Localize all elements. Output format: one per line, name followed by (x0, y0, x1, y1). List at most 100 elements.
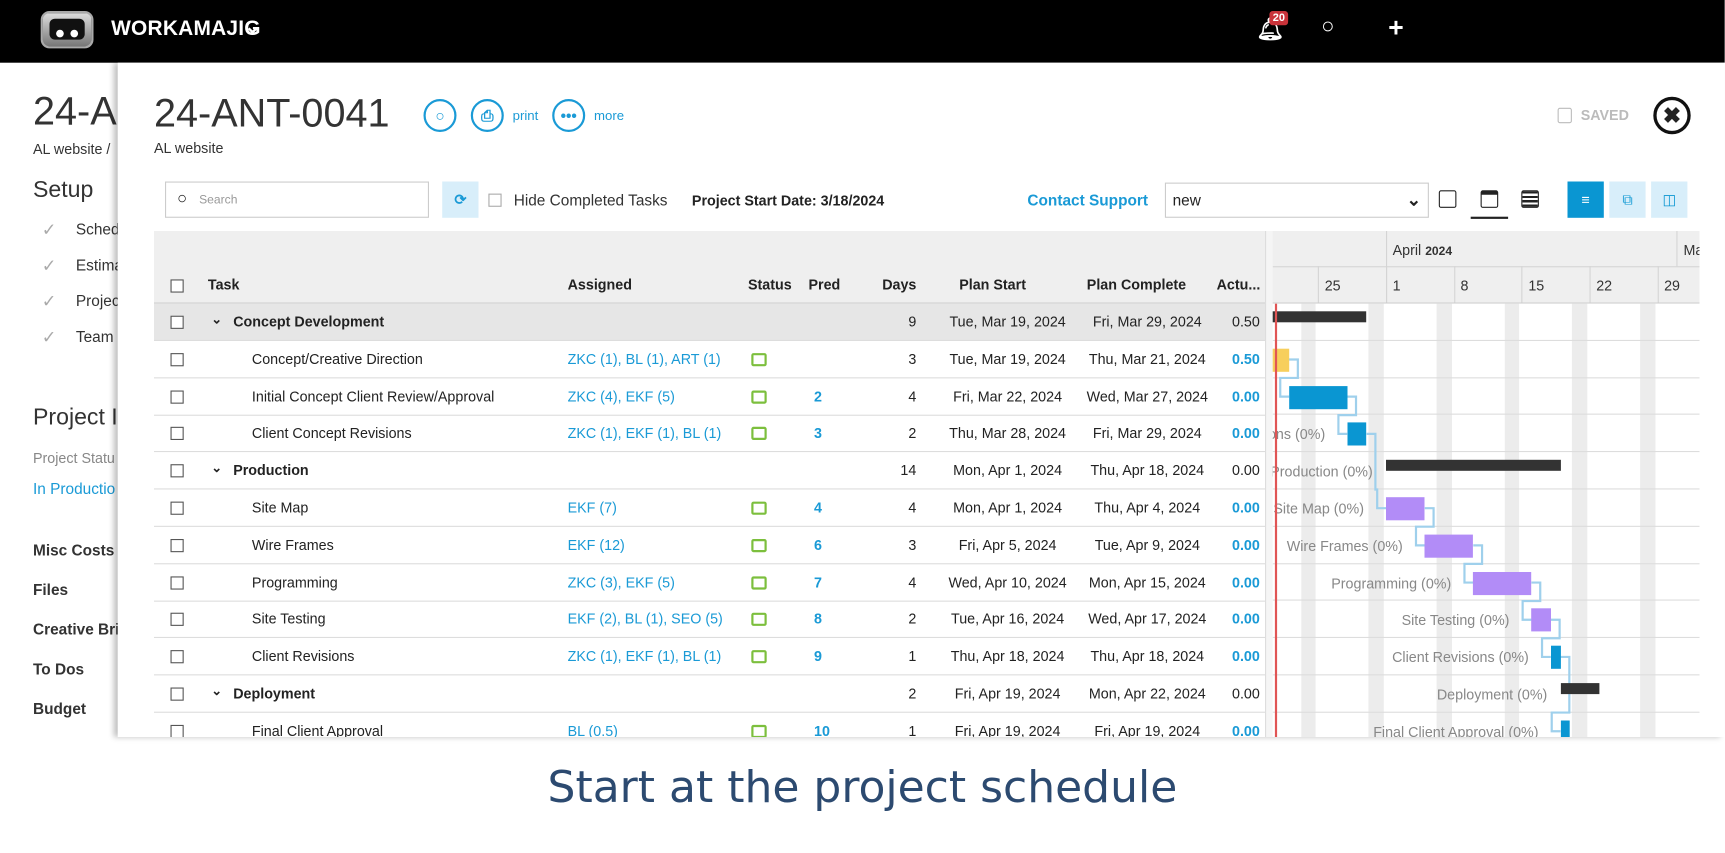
task-name[interactable]: Concept/Creative Direction (252, 351, 423, 368)
task-row[interactable]: Wire Frames EKF (12) 6 3 Fri, Apr 5, 202… (154, 527, 1265, 565)
group-name[interactable]: Deployment (233, 685, 315, 702)
assigned[interactable]: ZKC (1), EKF (1), BL (1) (568, 425, 722, 442)
task-bar[interactable] (1560, 720, 1571, 737)
col-assigned[interactable]: Assigned (568, 276, 632, 293)
assigned[interactable]: ZKC (4), EKF (5) (568, 388, 675, 405)
group-row[interactable]: ⌄ Production 14 Mon, Apr 1, 2024 Thu, Ap… (154, 452, 1265, 490)
assigned[interactable]: ZKC (3), EKF (5) (568, 574, 675, 591)
task-name[interactable]: Final Client Approval (252, 722, 383, 737)
task-bar[interactable] (1347, 422, 1367, 446)
setup-item[interactable]: Projec (76, 292, 120, 310)
task-row[interactable]: Site Map EKF (7) 4 4 Mon, Apr 1, 2024 Th… (154, 490, 1265, 527)
task-row[interactable]: Initial Concept Client Review/Approval Z… (154, 378, 1265, 416)
split-view-button[interactable]: ⧉ (1609, 181, 1646, 218)
task-bar[interactable] (1289, 385, 1348, 409)
refresh-button[interactable]: ⟳ (442, 181, 479, 218)
row-checkbox[interactable] (170, 724, 184, 737)
row-checkbox[interactable] (170, 538, 184, 552)
predecessor[interactable]: 7 (814, 574, 822, 591)
expanded-view-icon[interactable] (1521, 190, 1539, 208)
summary-bar[interactable] (1386, 460, 1561, 472)
row-checkbox[interactable] (170, 464, 184, 478)
chevron-down-icon[interactable]: ⌄ (244, 15, 261, 38)
calendar-status-icon[interactable] (751, 724, 767, 737)
print-button[interactable]: ⎙ (470, 99, 504, 132)
task-bar[interactable] (1386, 497, 1425, 521)
row-checkbox[interactable] (170, 427, 184, 441)
group-row[interactable]: ⌄ Concept Development 9 Tue, Mar 19, 202… (154, 303, 1265, 341)
more-link[interactable]: more (594, 108, 624, 123)
print-link[interactable]: print (513, 108, 539, 123)
assigned[interactable]: ZKC (1), BL (1), ART (1) (568, 351, 721, 368)
task-row[interactable]: Site Testing EKF (2), BL (1), SEO (5) 8 … (154, 601, 1265, 639)
task-name[interactable]: Client Revisions (252, 648, 355, 665)
setup-item[interactable]: Sched (76, 220, 120, 238)
col-actual[interactable]: Actu... (1217, 276, 1261, 293)
task-name[interactable]: Wire Frames (252, 537, 334, 554)
row-checkbox[interactable] (170, 315, 184, 329)
group-name[interactable]: Concept Development (233, 314, 384, 331)
task-row[interactable]: Final Client Approval BL (0.5) 10 1 Fri,… (154, 713, 1265, 737)
collapse-chevron-icon[interactable]: ⌄ (211, 460, 222, 475)
assigned[interactable]: ZKC (1), EKF (1), BL (1) (568, 648, 722, 665)
calendar-status-icon[interactable] (751, 650, 767, 664)
bg-nav-link[interactable]: To Dos (33, 660, 84, 678)
assigned[interactable]: EKF (12) (568, 537, 625, 554)
col-days[interactable]: Days (882, 276, 916, 293)
search-button[interactable]: ○ (423, 99, 457, 132)
task-name[interactable]: Site Map (252, 499, 308, 516)
task-name[interactable]: Initial Concept Client Review/Approval (252, 388, 494, 405)
calendar-status-icon[interactable] (751, 352, 767, 367)
predecessor[interactable]: 2 (814, 388, 822, 405)
task-name[interactable]: Client Concept Revisions (252, 425, 412, 442)
row-checkbox[interactable] (170, 650, 184, 664)
hide-completed-checkbox[interactable] (488, 193, 502, 207)
gantt-view-button[interactable]: ≡ (1567, 181, 1604, 218)
bg-breadcrumb[interactable]: AL website / (33, 141, 110, 158)
task-name[interactable]: Programming (252, 574, 338, 591)
calendar-status-icon[interactable] (751, 613, 767, 627)
task-row[interactable]: Programming ZKC (3), EKF (5) 7 4 Wed, Ap… (154, 564, 1265, 602)
search-input[interactable]: ○ Search (165, 181, 429, 218)
row-checkbox[interactable] (170, 501, 184, 515)
col-status[interactable]: Status (748, 276, 792, 293)
col-pred[interactable]: Pred (809, 276, 841, 293)
assigned[interactable]: EKF (7) (568, 499, 617, 516)
task-bar[interactable] (1473, 571, 1532, 595)
bg-nav-link[interactable]: Misc Costs (33, 541, 114, 559)
predecessor[interactable]: 4 (814, 499, 822, 516)
more-button[interactable]: ••• (552, 99, 586, 132)
task-row[interactable]: Concept/Creative Direction ZKC (1), BL (… (154, 341, 1265, 379)
bg-project-status-value[interactable]: In Productio (33, 480, 115, 498)
task-name[interactable]: Site Testing (252, 611, 326, 628)
predecessor[interactable]: 8 (814, 611, 822, 628)
predecessor[interactable]: 3 (814, 425, 822, 442)
compact-view-icon[interactable] (1438, 190, 1457, 208)
setup-item[interactable]: Team (76, 327, 114, 345)
task-bar[interactable] (1424, 534, 1474, 558)
group-row[interactable]: ⌄ Deployment 2 Fri, Apr 19, 2024 Mon, Ap… (154, 675, 1265, 713)
bg-nav-link[interactable]: Files (33, 581, 68, 599)
workamajig-logo-icon[interactable] (40, 11, 94, 49)
row-checkbox[interactable] (170, 352, 184, 367)
setup-item[interactable]: Estima (76, 256, 123, 274)
normal-view-icon[interactable] (1480, 190, 1499, 208)
row-checkbox[interactable] (170, 687, 184, 701)
row-checkbox[interactable] (170, 575, 184, 590)
calendar-status-icon[interactable] (751, 427, 767, 441)
contact-support-link[interactable]: Contact Support (1027, 191, 1148, 209)
brand-menu[interactable]: WORKAMAJIG (111, 18, 261, 42)
predecessor[interactable]: 10 (814, 722, 830, 737)
predecessor[interactable]: 9 (814, 648, 822, 665)
view-select[interactable]: new ⌄ (1164, 182, 1429, 218)
assigned[interactable]: BL (0.5) (568, 722, 618, 737)
calendar-status-icon[interactable] (751, 538, 767, 552)
task-bar[interactable] (1531, 608, 1551, 632)
search-icon[interactable]: ○ (1321, 14, 1334, 39)
row-checkbox[interactable] (170, 613, 184, 627)
calendar-status-icon[interactable] (751, 575, 767, 590)
bg-nav-link[interactable]: Budget (33, 700, 86, 718)
select-all-checkbox[interactable] (170, 279, 184, 293)
group-name[interactable]: Production (233, 462, 308, 479)
collapse-chevron-icon[interactable]: ⌄ (211, 683, 222, 698)
